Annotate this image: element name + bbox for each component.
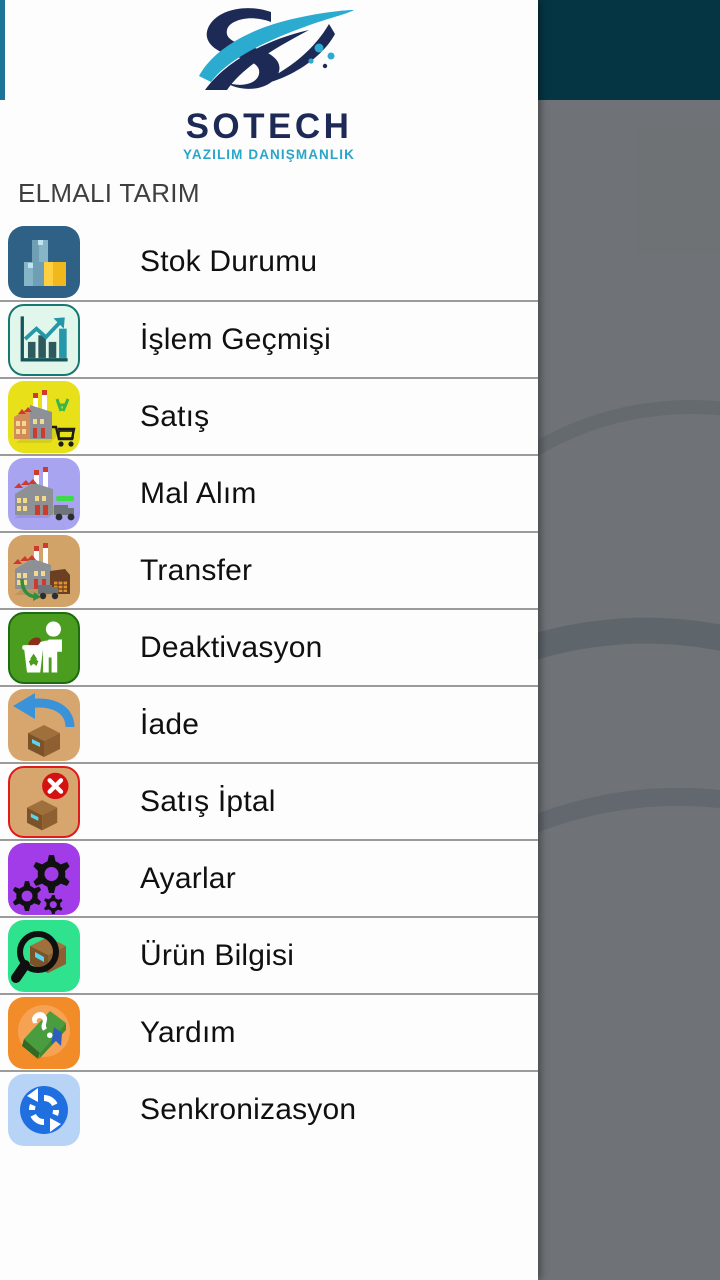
recycle-bin-person-icon: [8, 611, 80, 684]
box-magnifier-icon: [8, 919, 80, 992]
brand-name: SOTECH: [185, 107, 353, 146]
stock-boxes-icon: [8, 225, 80, 298]
menu-item-iade[interactable]: İade: [0, 685, 538, 762]
brand-subtitle: YAZILIM DANIŞMANLIK: [183, 147, 355, 162]
menu-item-mal-alim[interactable]: Mal Alım: [0, 454, 538, 531]
question-book-icon: [8, 996, 80, 1069]
menu-item-label: Satış: [140, 399, 210, 433]
sync-arrows-icon: [8, 1073, 80, 1146]
menu-item-label: İşlem Geçmişi: [140, 322, 331, 356]
navigation-drawer: SOTECH YAZILIM DANIŞMANLIK ELMALI TARIM …: [0, 0, 538, 1280]
menu-item-label: Senkronizasyon: [140, 1092, 357, 1126]
menu-item-deaktivasyon[interactable]: Deaktivasyon: [0, 608, 538, 685]
menu-item-label: Transfer: [140, 553, 253, 587]
menu-item-label: Mal Alım: [140, 476, 257, 510]
box-return-arrow-icon: [8, 688, 80, 761]
menu-item-yardim[interactable]: Yardım: [0, 993, 538, 1070]
bar-chart-trend-icon: [8, 303, 80, 376]
menu-item-label: Ürün Bilgisi: [140, 938, 295, 972]
sotech-swoosh-logo-icon: [199, 8, 354, 90]
menu-item-ayarlar[interactable]: Ayarlar: [0, 839, 538, 916]
menu-item-islem-gecmisi[interactable]: İşlem Geçmişi: [0, 300, 538, 377]
account-name: ELMALI TARIM: [18, 178, 200, 208]
drawer-menu-list: Stok Durumu İşlem Geçmişi Satış Mal Alım…: [0, 223, 538, 1147]
menu-item-urun-bilgisi[interactable]: Ürün Bilgisi: [0, 916, 538, 993]
menu-item-label: Satış İptal: [140, 784, 276, 818]
menu-item-stok-durumu[interactable]: Stok Durumu: [0, 223, 538, 300]
menu-item-satis[interactable]: Satış: [0, 377, 538, 454]
drawer-header: SOTECH YAZILIM DANIŞMANLIK ELMALI TARIM: [0, 0, 538, 209]
menu-item-label: İade: [140, 707, 200, 741]
menu-item-satis-iptal[interactable]: Satış İptal: [0, 762, 538, 839]
factory-cart-icon: [8, 380, 80, 453]
menu-item-label: Stok Durumu: [140, 244, 318, 278]
logo-container: [0, 4, 538, 112]
factory-warehouse-icon: [8, 534, 80, 607]
gears-icon: [8, 842, 80, 915]
menu-item-label: Yardım: [140, 1015, 236, 1049]
box-cancel-icon: [8, 765, 80, 838]
menu-item-transfer[interactable]: Transfer: [0, 531, 538, 608]
menu-item-label: Ayarlar: [140, 861, 236, 895]
menu-item-label: Deaktivasyon: [140, 630, 323, 664]
menu-item-senkronizasyon[interactable]: Senkronizasyon: [0, 1070, 538, 1147]
factory-truck-in-icon: [8, 457, 80, 530]
